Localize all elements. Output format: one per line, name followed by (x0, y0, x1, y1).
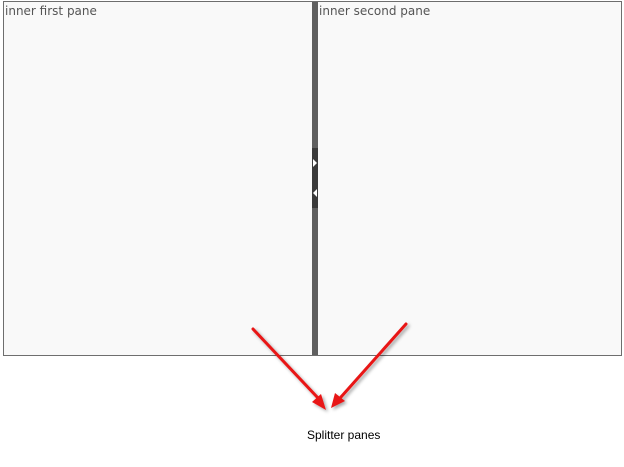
callout-label: Splitter panes (307, 428, 381, 442)
arrow-left (251, 327, 326, 410)
arrow-right (331, 322, 408, 408)
annotation-arrows (251, 322, 408, 410)
